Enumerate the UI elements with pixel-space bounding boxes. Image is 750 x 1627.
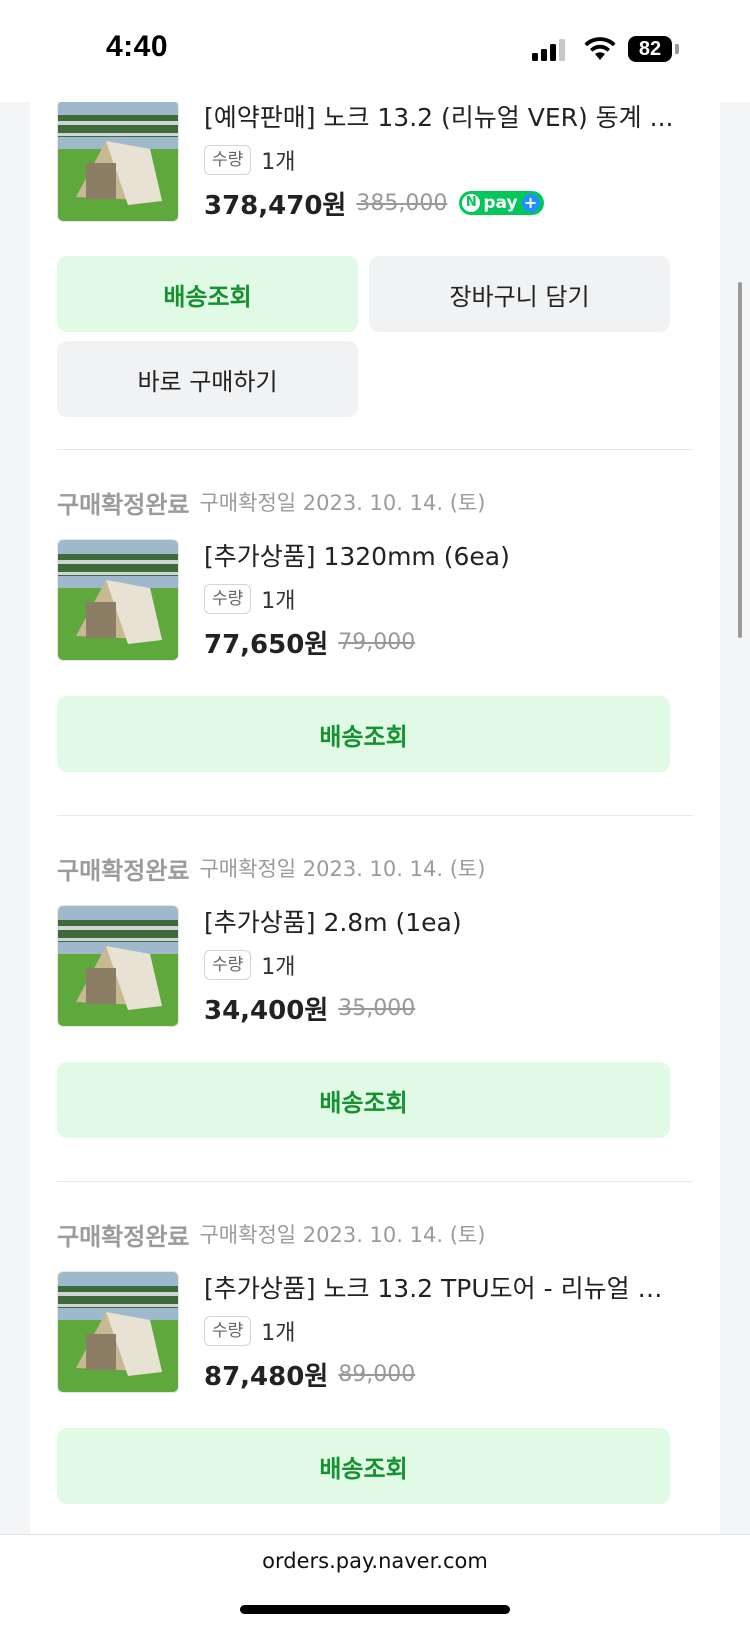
product-row[interactable]: [추가상품] 1320mm (6ea) 수량 1개 77,650원 79,000 — [57, 539, 670, 661]
buy-now-button[interactable]: 바로 구매하기 — [57, 341, 358, 417]
product-thumbnail[interactable] — [57, 102, 179, 222]
battery-tip — [675, 44, 679, 54]
url-text[interactable]: orders.pay.naver.com — [0, 1549, 750, 1573]
delivery-tracking-button[interactable]: 배송조회 — [57, 1428, 670, 1504]
delivery-tracking-button[interactable]: 배송조회 — [57, 1062, 670, 1138]
product-row[interactable]: [추가상품] 2.8m (1ea) 수량 1개 34,400원 35,000 — [57, 905, 670, 1027]
confirm-date: 구매확정일 2023. 10. 14. (토) — [199, 1223, 486, 1247]
product-thumbnail[interactable] — [57, 905, 179, 1027]
browser-url-bar[interactable]: orders.pay.naver.com — [0, 1534, 750, 1627]
quantity-chip: 수량 — [204, 145, 252, 175]
divider — [57, 449, 693, 450]
product-thumbnail[interactable] — [57, 1271, 179, 1393]
product-row[interactable]: [예약판매] 노크 13.2 (리뉴얼 VER) 동계 ... 수량 1개 37… — [57, 102, 673, 222]
sale-price: 77,650원 — [204, 629, 329, 660]
wifi-icon — [584, 37, 616, 60]
sale-price: 34,400원 — [204, 995, 329, 1026]
delivery-tracking-button[interactable]: 배송조회 — [57, 256, 358, 332]
status-time: 4:40 — [106, 30, 169, 63]
confirm-date: 구매확정일 2023. 10. 14. (토) — [199, 491, 486, 515]
delivery-tracking-button[interactable]: 배송조회 — [57, 696, 670, 772]
sale-price: 378,470원 — [204, 190, 347, 221]
npay-n-icon: N — [462, 194, 481, 212]
quantity-value: 1개 — [261, 955, 296, 980]
quantity-chip: 수량 — [204, 1316, 252, 1346]
cellular-signal-icon — [532, 39, 566, 61]
status-bar: 4:40 82 — [0, 0, 750, 102]
divider — [57, 1181, 693, 1182]
scrollbar[interactable] — [738, 282, 742, 638]
divider — [57, 815, 693, 816]
order-status: 구매확정완료 — [57, 1222, 190, 1251]
order-item: [예약판매] 노크 13.2 (리뉴얼 VER) 동계 ... 수량 1개 37… — [57, 102, 673, 222]
product-name[interactable]: [추가상품] 2.8m (1ea) — [204, 905, 674, 941]
product-row[interactable]: [추가상품] 노크 13.2 TPU도어 - 리뉴얼 V... 수량 1개 87… — [57, 1271, 674, 1393]
original-price: 89,000 — [338, 1361, 416, 1387]
confirm-date: 구매확정일 2023. 10. 14. (토) — [199, 857, 486, 881]
plus-icon: + — [521, 194, 540, 212]
order-item: 구매확정완료 구매확정일 2023. 10. 14. (토) — [57, 1218, 670, 1251]
order-item-product: [추가상품] 2.8m (1ea) 수량 1개 34,400원 35,000 — [57, 905, 670, 1027]
add-to-cart-button[interactable]: 장바구니 담기 — [369, 256, 670, 332]
quantity-value: 1개 — [261, 1321, 296, 1346]
product-name[interactable]: [추가상품] 1320mm (6ea) — [204, 539, 674, 575]
product-name[interactable]: [예약판매] 노크 13.2 (리뉴얼 VER) 동계 ... — [204, 102, 674, 136]
original-price: 79,000 — [338, 629, 416, 655]
order-list-card: [예약판매] 노크 13.2 (리뉴얼 VER) 동계 ... 수량 1개 37… — [30, 102, 720, 1534]
order-status: 구매확정완료 — [57, 856, 190, 885]
order-status: 구매확정완료 — [57, 490, 190, 519]
order-item-product: [추가상품] 노크 13.2 TPU도어 - 리뉴얼 V... 수량 1개 87… — [57, 1271, 674, 1393]
quantity-value: 1개 — [261, 589, 296, 614]
quantity-value: 1개 — [261, 150, 296, 175]
product-name[interactable]: [추가상품] 노크 13.2 TPU도어 - 리뉴얼 V... — [204, 1271, 674, 1307]
quantity-chip: 수량 — [204, 950, 252, 980]
battery-icon: 82 — [628, 36, 672, 62]
sale-price: 87,480원 — [204, 1361, 329, 1392]
original-price: 35,000 — [338, 995, 416, 1021]
order-item: 구매확정완료 구매확정일 2023. 10. 14. (토) — [57, 486, 670, 519]
quantity-chip: 수량 — [204, 584, 252, 614]
home-indicator[interactable] — [240, 1605, 510, 1614]
order-item-product: [추가상품] 1320mm (6ea) 수량 1개 77,650원 79,000 — [57, 539, 670, 661]
npay-label: pay — [483, 193, 518, 213]
product-thumbnail[interactable] — [57, 539, 179, 661]
order-item: 구매확정완료 구매확정일 2023. 10. 14. (토) — [57, 852, 670, 885]
npay-plus-badge: N pay + — [459, 191, 544, 215]
original-price: 385,000 — [356, 190, 448, 216]
